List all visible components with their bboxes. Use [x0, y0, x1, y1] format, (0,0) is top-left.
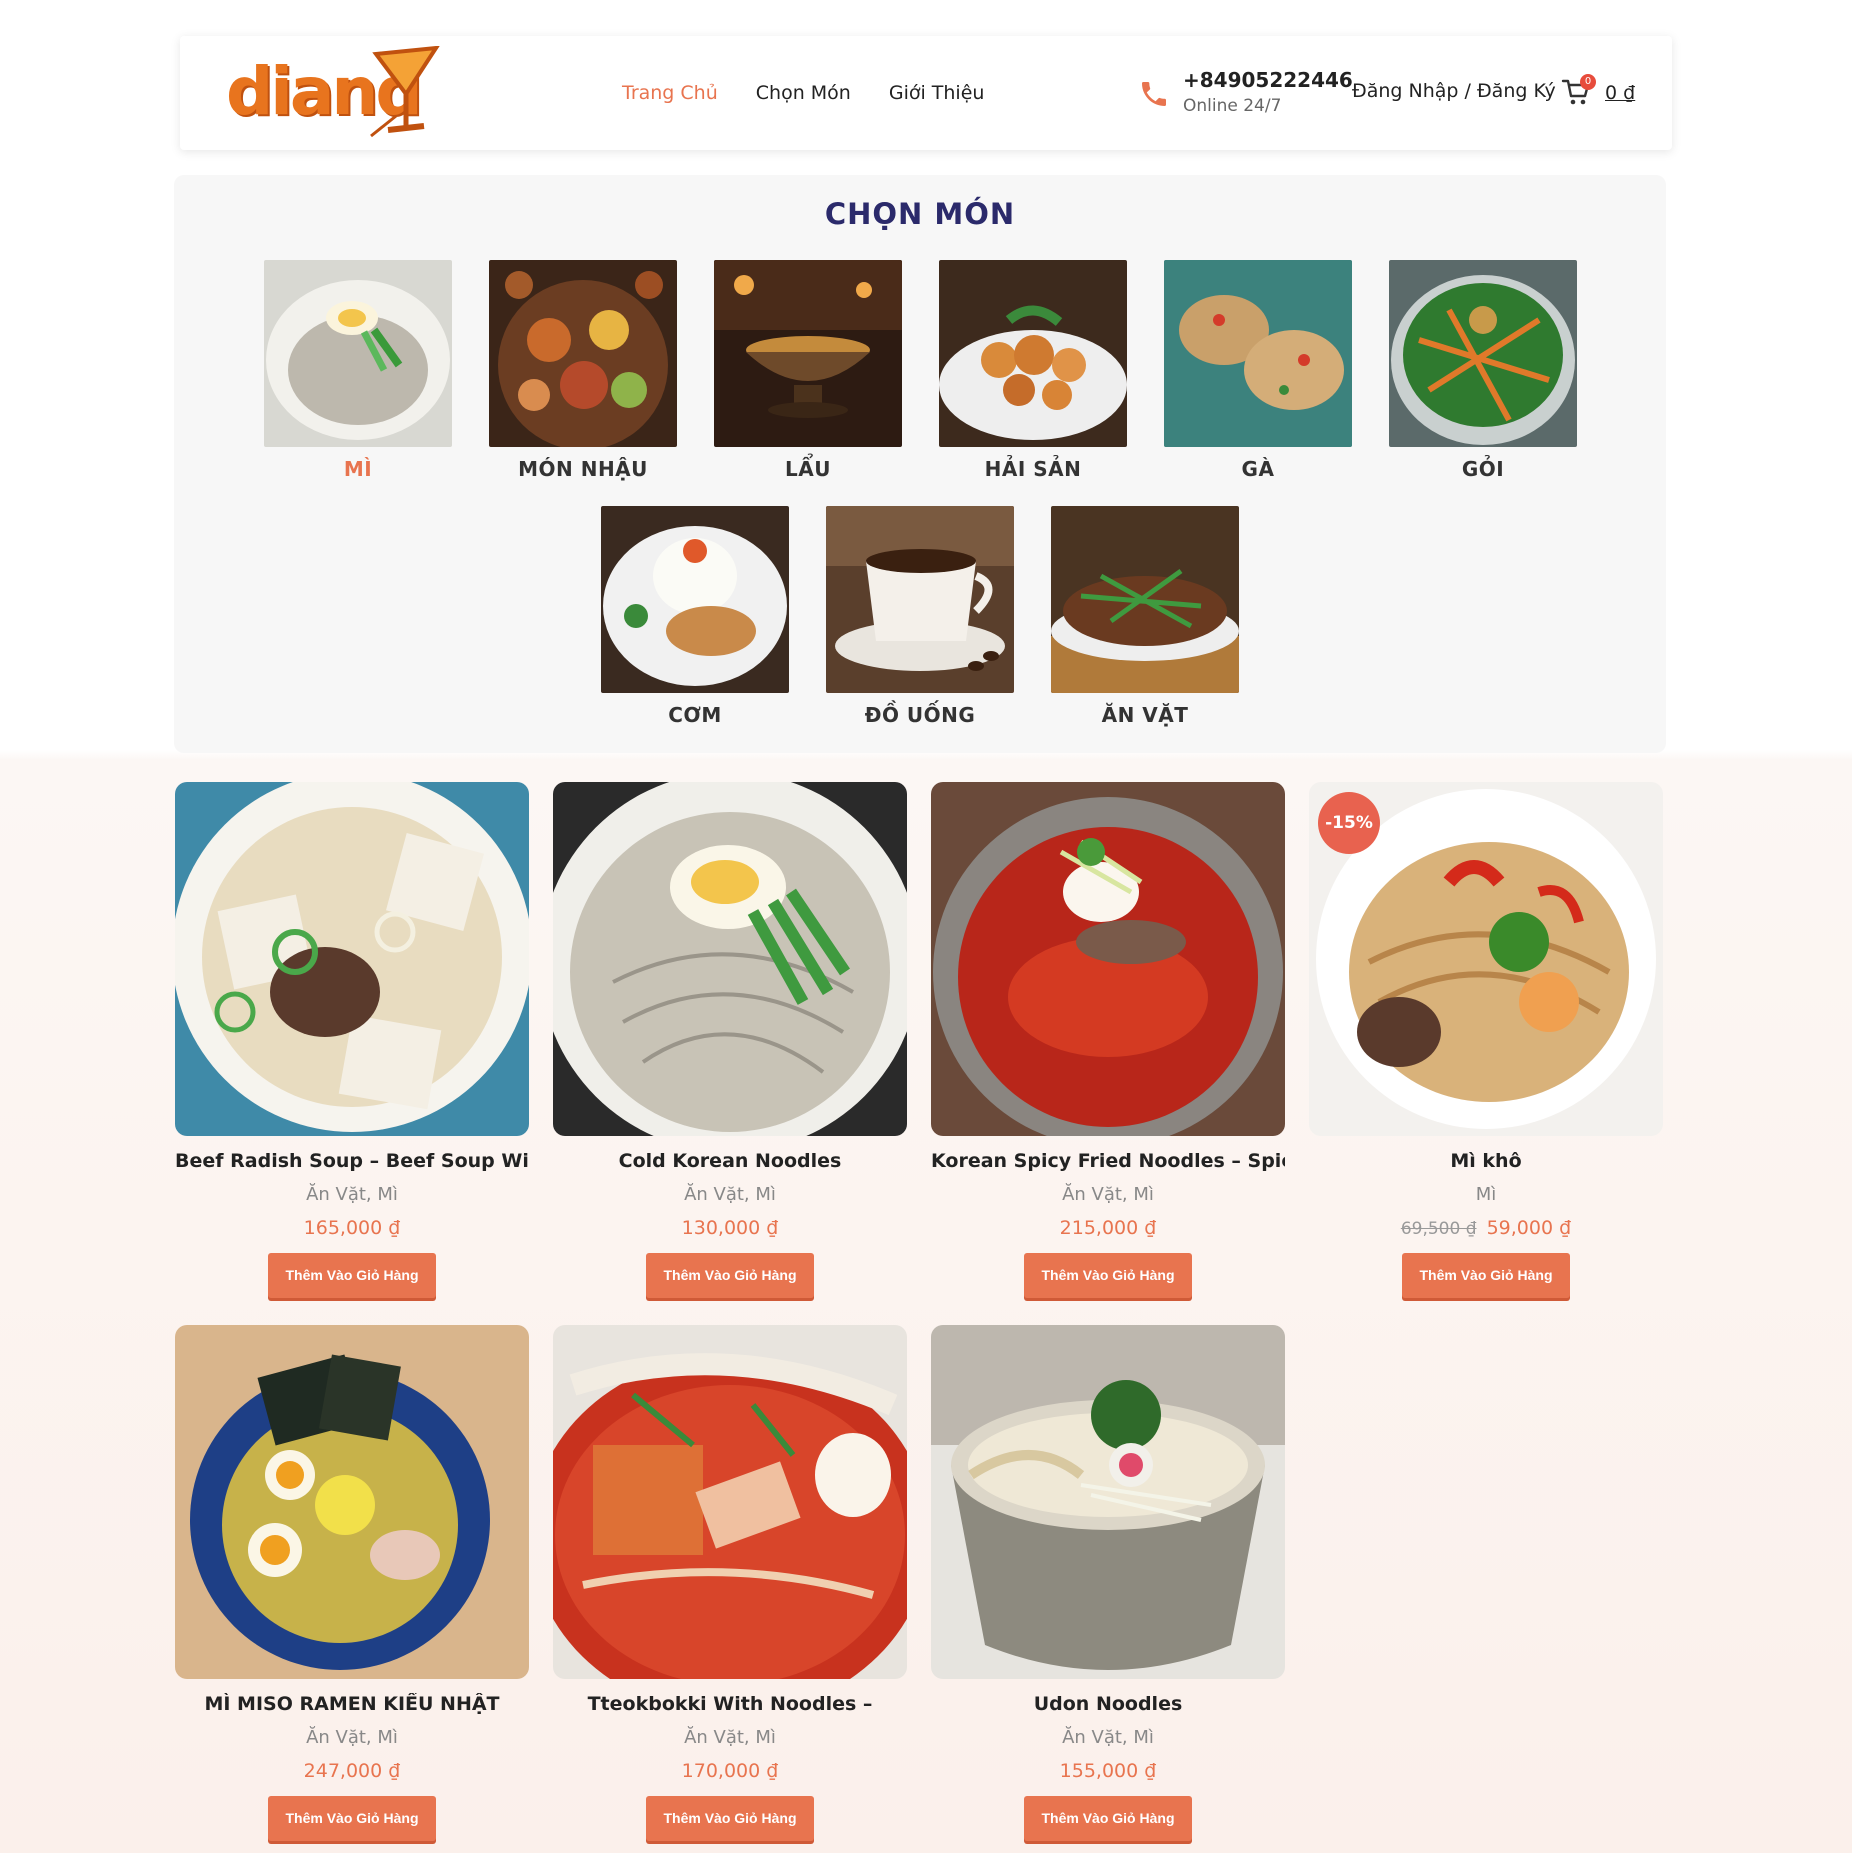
product-card: Beef Radish Soup – Beef Soup With Ăn Vặt… — [175, 782, 529, 1298]
category-ga[interactable]: GÀ — [1164, 260, 1352, 481]
category-label: MÌ — [343, 457, 373, 481]
product-name[interactable]: Korean Spicy Fried Noodles – Spicy — [931, 1150, 1285, 1172]
category-lau[interactable]: LẨU — [714, 260, 902, 481]
product-image[interactable] — [175, 1325, 529, 1679]
contact-phone[interactable]: +84905222446 — [1183, 68, 1353, 92]
product-name[interactable]: MÌ MISO RAMEN KIỂU NHẬT — [175, 1693, 529, 1715]
category-image-ga — [1164, 260, 1352, 447]
product-category[interactable]: Ăn Vặt, Mì — [553, 1727, 907, 1748]
category-an-vat[interactable]: ĂN VẶT — [1051, 506, 1239, 727]
product-price-row: 215,000 ₫ — [931, 1217, 1285, 1239]
nav-menu[interactable]: Chọn Món — [756, 82, 851, 104]
category-com[interactable]: CƠM — [601, 506, 789, 727]
add-to-cart-button[interactable]: Thêm Vào Giỏ Hàng — [646, 1253, 814, 1298]
add-to-cart-button[interactable]: Thêm Vào Giỏ Hàng — [268, 1253, 436, 1298]
category-mon-nhau[interactable]: MÓN NHẬU — [489, 260, 677, 481]
category-label: CƠM — [668, 703, 722, 727]
site-header: diand Trang Chủ Chọn Món Giới Thiệu +849… — [180, 36, 1672, 150]
product-category[interactable]: Ăn Vặt, Mì — [931, 1727, 1285, 1748]
product-image[interactable] — [931, 1325, 1285, 1679]
product-category[interactable]: Ăn Vặt, Mì — [931, 1184, 1285, 1205]
product-card: MÌ MISO RAMEN KIỂU NHẬT Ăn Vặt, Mì 247,0… — [175, 1325, 529, 1841]
category-image-mon-nhau — [489, 260, 677, 447]
product-card: -15% Mì khô Mì 69,500 ₫ 59,000 ₫ Thêm Và… — [1309, 782, 1663, 1298]
add-to-cart-button[interactable]: Thêm Vào Giỏ Hàng — [646, 1796, 814, 1841]
category-image-do-uong — [826, 506, 1014, 693]
product-category[interactable]: Mì — [1309, 1184, 1663, 1205]
category-label: GỎI — [1461, 457, 1505, 481]
product-price: 130,000 ₫ — [681, 1217, 779, 1239]
category-do-uong[interactable]: ĐỒ UỐNG — [826, 506, 1014, 727]
category-label: HẢI SẢN — [984, 457, 1082, 481]
nav-home[interactable]: Trang Chủ — [622, 82, 718, 104]
product-card: Udon Noodles Ăn Vặt, Mì 155,000 ₫ Thêm V… — [931, 1325, 1285, 1841]
contact-sub: Online 24/7 — [1183, 96, 1282, 116]
product-name[interactable]: Udon Noodles — [931, 1693, 1285, 1715]
category-label: ĐỒ UỐNG — [864, 703, 976, 727]
category-hai-san[interactable]: HẢI SẢN — [939, 260, 1127, 481]
category-image-mi — [264, 260, 452, 447]
add-to-cart-button[interactable]: Thêm Vào Giỏ Hàng — [1024, 1796, 1192, 1841]
add-to-cart-button[interactable]: Thêm Vào Giỏ Hàng — [1024, 1253, 1192, 1298]
product-price-row: 130,000 ₫ — [553, 1217, 907, 1239]
product-old-price: 69,500 ₫ — [1400, 1219, 1477, 1239]
category-mi[interactable]: MÌ — [264, 260, 452, 481]
product-image[interactable] — [553, 782, 907, 1136]
category-image-hai-san — [939, 260, 1127, 447]
product-name[interactable]: Beef Radish Soup – Beef Soup With — [175, 1150, 529, 1172]
category-title: CHỌN MÓN — [824, 197, 1016, 231]
product-price: 165,000 ₫ — [303, 1217, 401, 1239]
product-category[interactable]: Ăn Vặt, Mì — [175, 1727, 529, 1748]
category-goi[interactable]: GỎI — [1389, 260, 1577, 481]
add-to-cart-button[interactable]: Thêm Vào Giỏ Hàng — [268, 1796, 436, 1841]
brand-logo[interactable]: diand — [226, 46, 440, 138]
category-label: LẨU — [785, 457, 831, 481]
product-name[interactable]: Tteokbokki With Noodles – — [553, 1693, 907, 1715]
category-panel: CHỌN MÓN MÌ MÓN NHẬU LẨU HẢI SẢN GÀ GỎI … — [174, 175, 1666, 753]
product-price-row: 247,000 ₫ — [175, 1760, 529, 1782]
product-price: 155,000 ₫ — [1059, 1760, 1157, 1782]
product-image[interactable] — [553, 1325, 907, 1679]
category-image-an-vat — [1051, 506, 1239, 693]
product-category[interactable]: Ăn Vặt, Mì — [175, 1184, 529, 1205]
product-image[interactable] — [175, 782, 529, 1136]
product-image[interactable]: -15% — [1309, 782, 1663, 1136]
product-price: 170,000 ₫ — [681, 1760, 779, 1782]
product-price-row: 170,000 ₫ — [553, 1760, 907, 1782]
product-category[interactable]: Ăn Vặt, Mì — [553, 1184, 907, 1205]
product-card: Korean Spicy Fried Noodles – Spicy Ăn Vặ… — [931, 782, 1285, 1298]
product-price: 59,000 ₫ — [1486, 1217, 1572, 1239]
product-price: 215,000 ₫ — [1059, 1217, 1157, 1239]
category-image-goi — [1389, 260, 1577, 447]
product-name[interactable]: Cold Korean Noodles — [553, 1150, 907, 1172]
product-price-row: 155,000 ₫ — [931, 1760, 1285, 1782]
add-to-cart-button[interactable]: Thêm Vào Giỏ Hàng — [1402, 1253, 1570, 1298]
product-price-row: 69,500 ₫ 59,000 ₫ — [1309, 1217, 1663, 1239]
nav-about[interactable]: Giới Thiệu — [889, 82, 985, 104]
login-register-link[interactable]: Đăng Nhập / Đăng Ký — [1352, 80, 1556, 102]
cart-count-badge: 0 — [1580, 74, 1596, 90]
category-label: MÓN NHẬU — [518, 457, 648, 481]
cart-total[interactable]: 0 ₫ — [1605, 82, 1635, 104]
product-image[interactable] — [931, 782, 1285, 1136]
product-price-row: 165,000 ₫ — [175, 1217, 529, 1239]
product-name[interactable]: Mì khô — [1309, 1150, 1663, 1172]
cocktail-glass-icon — [370, 46, 440, 138]
product-price: 247,000 ₫ — [303, 1760, 401, 1782]
category-image-lau — [714, 260, 902, 447]
sale-badge: -15% — [1318, 792, 1380, 854]
category-label: GÀ — [1241, 457, 1275, 481]
category-label: ĂN VẶT — [1101, 703, 1189, 727]
product-card: Tteokbokki With Noodles – Ăn Vặt, Mì 170… — [553, 1325, 907, 1841]
category-image-com — [601, 506, 789, 693]
main-nav: Trang Chủ Chọn Món Giới Thiệu — [622, 36, 984, 150]
product-card: Cold Korean Noodles Ăn Vặt, Mì 130,000 ₫… — [553, 782, 907, 1298]
phone-icon — [1142, 82, 1166, 106]
